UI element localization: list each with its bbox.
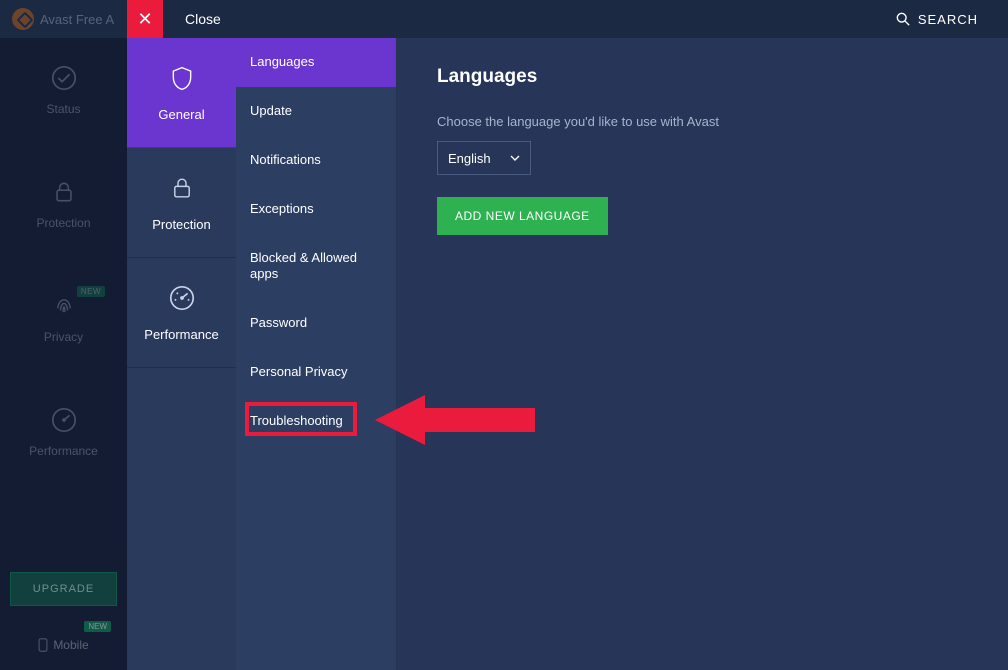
upgrade-label: UPGRADE [33, 583, 94, 595]
upgrade-button[interactable]: UPGRADE [10, 572, 117, 606]
mobile-icon [38, 638, 48, 652]
new-badge: NEW [84, 621, 111, 632]
search-label: SEARCH [918, 12, 978, 27]
language-select[interactable]: English [437, 141, 531, 175]
mobile-link[interactable]: Mobile [38, 638, 88, 652]
settings-tab-label: Protection [152, 217, 211, 232]
submenu-item-notifications[interactable]: Notifications [236, 136, 396, 185]
sidebar-item-label: Status [46, 102, 80, 116]
sidebar-item-protection[interactable]: Protection [0, 178, 127, 230]
topbar: Avast Free A ✕ Close SEARCH [0, 0, 1008, 38]
submenu-label: Exceptions [250, 201, 314, 216]
submenu-item-exceptions[interactable]: Exceptions [236, 185, 396, 234]
fingerprint-icon [50, 292, 78, 320]
submenu-label: Blocked & Allowed apps [250, 250, 357, 282]
settings-tab-protection[interactable]: Protection [127, 148, 236, 258]
page-title: Languages [437, 66, 968, 88]
mobile-label: Mobile [53, 638, 88, 652]
app-logo-area: Avast Free A [0, 8, 127, 30]
language-selected: English [448, 151, 491, 166]
main-sidebar: Status Protection NEW Privacy Performanc… [0, 38, 127, 670]
settings-tab-general[interactable]: General [127, 38, 236, 148]
settings-sidebar: General Protection Performance [127, 38, 236, 670]
gauge-icon [167, 283, 197, 313]
sidebar-item-label: Protection [36, 216, 90, 230]
avast-logo-icon [12, 8, 34, 30]
submenu-item-troubleshooting[interactable]: Troubleshooting [236, 397, 396, 446]
lock-icon [50, 178, 78, 206]
submenu-label: Update [250, 103, 292, 118]
shield-icon [167, 63, 197, 93]
submenu-label: Troubleshooting [250, 413, 343, 428]
settings-tab-label: Performance [144, 327, 218, 342]
sidebar-item-label: Privacy [44, 330, 83, 344]
submenu-item-languages[interactable]: Languages [236, 38, 396, 87]
submenu-item-password[interactable]: Password [236, 299, 396, 348]
settings-tab-label: General [158, 107, 204, 122]
layout: Status Protection NEW Privacy Performanc… [0, 38, 1008, 670]
close-label[interactable]: Close [163, 11, 249, 27]
submenu-item-personal-privacy[interactable]: Personal Privacy [236, 348, 396, 397]
new-badge: NEW [77, 286, 105, 297]
add-new-language-button[interactable]: ADD NEW LANGUAGE [437, 197, 608, 235]
sidebar-item-status[interactable]: Status [0, 64, 127, 116]
add-language-label: ADD NEW LANGUAGE [455, 209, 590, 223]
submenu-label: Personal Privacy [250, 364, 348, 379]
sidebar-item-label: Performance [29, 444, 98, 458]
submenu-label: Notifications [250, 152, 321, 167]
app-title: Avast Free A [40, 12, 114, 27]
submenu-sidebar: Languages Update Notifications Exception… [236, 38, 397, 670]
submenu-label: Password [250, 315, 307, 330]
close-icon: ✕ [137, 10, 152, 28]
submenu-label: Languages [250, 54, 314, 69]
topbar-left: Avast Free A ✕ Close [0, 0, 249, 38]
submenu-item-blocked-allowed[interactable]: Blocked & Allowed apps [236, 234, 396, 300]
check-circle-icon [50, 64, 78, 92]
search-icon [896, 12, 910, 26]
close-button[interactable]: ✕ [127, 0, 163, 38]
page-description: Choose the language you'd like to use wi… [437, 114, 968, 129]
settings-tab-performance[interactable]: Performance [127, 258, 236, 368]
submenu-item-update[interactable]: Update [236, 87, 396, 136]
content-area: Languages Choose the language you'd like… [397, 38, 1008, 670]
sidebar-item-privacy[interactable]: NEW Privacy [0, 292, 127, 344]
sidebar-item-performance[interactable]: Performance [0, 406, 127, 458]
gauge-icon [50, 406, 78, 434]
chevron-down-icon [510, 155, 520, 161]
search-button[interactable]: SEARCH [896, 12, 1008, 27]
lock-icon [167, 173, 197, 203]
